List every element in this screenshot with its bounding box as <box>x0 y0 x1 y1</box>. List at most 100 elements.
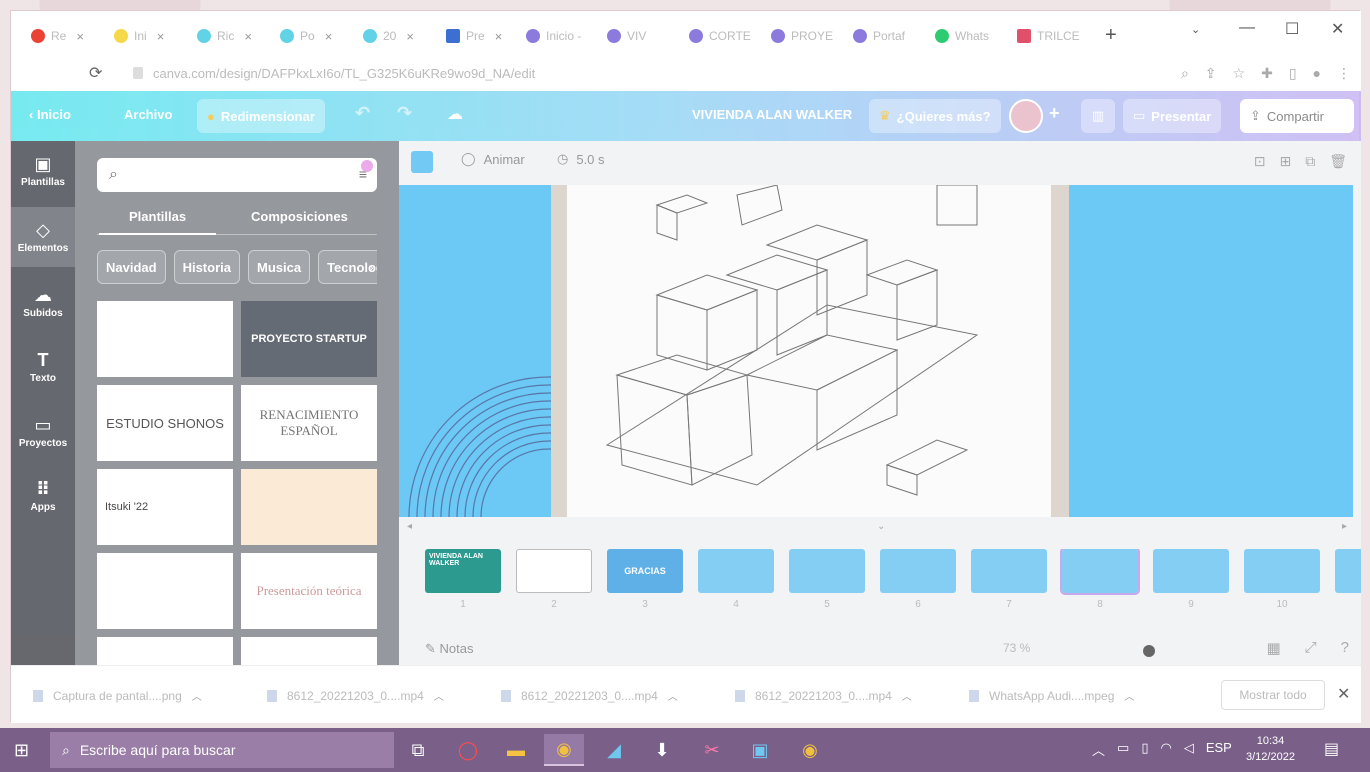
duplicate-icon[interactable]: ⧉ <box>1305 153 1315 170</box>
rail-item-apps[interactable]: ⠿ Apps <box>11 466 75 526</box>
chip-historia[interactable]: Historia <box>173 250 240 284</box>
template-card[interactable] <box>97 301 233 377</box>
volume-icon[interactable]: ◁ <box>1184 740 1194 759</box>
page-thumbnail[interactable]: VIVIENDA ALAN WALKER <box>425 549 501 593</box>
template-card[interactable]: ESTUDIO SHONOS <box>97 385 233 461</box>
lock-icon[interactable]: ⊡ <box>1254 153 1266 170</box>
browser-tab[interactable]: VIV <box>607 25 667 47</box>
chevron-up-icon[interactable]: ︿ <box>668 688 678 703</box>
add-page-icon[interactable]: ⊞ <box>1279 153 1291 170</box>
template-card[interactable]: Presentación teórica <box>241 553 377 629</box>
template-card[interactable]: Itsuki '22 <box>97 469 233 545</box>
design-title[interactable]: VIVIENDA ALAN WALKER <box>692 107 852 122</box>
chrome-icon[interactable]: ◉ <box>544 734 584 766</box>
page-thumbnail[interactable] <box>1244 549 1320 593</box>
maximize-icon[interactable]: ☐ <box>1285 19 1299 39</box>
url-field[interactable]: canva.com/design/DAFPkxLxI6o/TL_G325K6uK… <box>153 66 535 81</box>
browser-tab[interactable]: Po × <box>280 25 344 47</box>
extensions-icon[interactable]: ✚ <box>1261 65 1273 82</box>
windows-start-icon[interactable]: ⊞ <box>14 740 29 761</box>
page-thumbnail[interactable] <box>880 549 956 593</box>
page-thumbnail[interactable] <box>789 549 865 593</box>
resize-button[interactable]: ● Redimensionar <box>197 99 325 133</box>
chevron-up-icon[interactable]: ︿ <box>1092 740 1105 759</box>
page-thumbnail[interactable] <box>971 549 1047 593</box>
sketch-photo[interactable] <box>551 185 1069 517</box>
chevron-right-icon[interactable]: › <box>369 259 374 275</box>
tab-templates[interactable]: Plantillas <box>98 209 217 235</box>
browser-tab[interactable]: Ric × <box>197 25 261 47</box>
zoom-slider-handle[interactable] <box>1143 645 1155 657</box>
share-icon[interactable]: ⇪ <box>1205 65 1217 82</box>
chevron-up-icon[interactable]: ︿ <box>902 688 912 703</box>
new-tab-button[interactable]: + <box>1105 25 1117 45</box>
stats-icon[interactable]: ▥ <box>1081 99 1115 133</box>
page-thumbnail[interactable] <box>698 549 774 593</box>
browser-tab[interactable]: Whats <box>935 25 1005 47</box>
grid-view-icon[interactable]: ▦ <box>1266 639 1280 657</box>
close-tab-icon[interactable]: × <box>406 29 414 44</box>
browser-tab[interactable]: Pre × <box>446 25 510 47</box>
notes-button[interactable]: ✎ Notas <box>425 641 474 657</box>
browser-tab[interactable]: PROYE <box>771 25 841 47</box>
close-tab-icon[interactable]: × <box>495 29 503 44</box>
chrome-profile-icon[interactable]: ◉ <box>790 734 830 766</box>
tab-compositions[interactable]: Composiciones <box>251 209 348 224</box>
close-tab-icon[interactable]: × <box>325 29 333 44</box>
browser-tab[interactable]: Re × <box>31 25 95 47</box>
bookmark-star-icon[interactable]: ☆ <box>1233 65 1246 82</box>
chip-navidad[interactable]: Navidad <box>97 250 166 284</box>
undo-icon[interactable]: ↶ <box>355 103 370 124</box>
trash-icon[interactable]: 🗑 <box>1329 153 1347 170</box>
template-search[interactable]: ⌕ ≡ <box>97 158 377 192</box>
rail-item-text[interactable]: T Texto <box>11 337 75 397</box>
download-item[interactable]: 8612_20221203_0....mp4 ︿ <box>267 688 444 703</box>
template-card[interactable]: RENACIMIENTO ESPAÑOL <box>241 385 377 461</box>
browser-tab[interactable]: Portaf <box>853 25 923 47</box>
chevron-up-icon[interactable]: ︿ <box>434 688 444 703</box>
duration-button[interactable]: ◷ 5.0 s <box>557 151 605 167</box>
battery-icon[interactable]: ▭ <box>1117 740 1129 759</box>
browser-tab[interactable]: TRILCE <box>1017 25 1093 47</box>
share-button[interactable]: ⇪ Compartir <box>1240 99 1354 133</box>
color-swatch[interactable] <box>411 151 433 173</box>
upgrade-button[interactable]: ♛ ¿Quieres más? <box>869 99 1001 133</box>
rail-item-uploads[interactable]: ☁ Subidos <box>11 272 75 332</box>
chevron-up-icon[interactable]: ︿ <box>1124 688 1134 703</box>
download-item[interactable]: WhatsApp Audi....mpeg ︿ <box>969 688 1134 703</box>
download-item[interactable]: Captura de pantal....png ︿ <box>33 688 202 703</box>
file-explorer-icon[interactable]: ▬ <box>496 734 536 766</box>
download-item[interactable]: 8612_20221203_0....mp4 ︿ <box>501 688 678 703</box>
browser-tab[interactable]: Inicio - <box>526 25 592 47</box>
browser-tab[interactable]: Ini × <box>114 25 178 47</box>
chevron-down-icon[interactable]: ⌄ <box>877 521 885 532</box>
tab-search-icon[interactable]: ⌄ <box>1191 23 1200 36</box>
menu-kebab-icon[interactable]: ⋮ <box>1337 65 1351 82</box>
redo-icon[interactable]: ↷ <box>397 103 412 124</box>
canvas-scrollbar[interactable]: ◂ ⌄ ▸ <box>407 521 1347 532</box>
template-card[interactable] <box>97 637 233 665</box>
browser-tab[interactable]: 20 × <box>363 25 427 47</box>
close-downloads-icon[interactable]: ✕ <box>1337 684 1350 704</box>
wifi-icon[interactable]: ◠ <box>1160 740 1171 759</box>
background-color-swatch[interactable] <box>411 151 433 173</box>
add-collaborator-icon[interactable]: + <box>1049 103 1060 124</box>
scroll-left-icon[interactable]: ◂ <box>407 521 412 532</box>
chip-musica[interactable]: Musica <box>247 250 311 284</box>
taskbar-search[interactable]: ⌕ Escribe aquí para buscar <box>50 732 394 768</box>
rail-item-projects[interactable]: ▭ Proyectos <box>11 402 75 462</box>
page-thumbnail[interactable]: GRACIAS <box>607 549 683 593</box>
lock-icon[interactable] <box>133 67 143 79</box>
opera-icon[interactable]: ◯ <box>448 734 488 766</box>
user-avatar[interactable] <box>1009 99 1043 133</box>
chevron-up-icon[interactable]: ︿ <box>192 688 202 703</box>
scroll-right-icon[interactable]: ▸ <box>1342 521 1347 532</box>
rail-item-templates[interactable]: ▣ Plantillas <box>11 141 75 201</box>
close-tab-icon[interactable]: × <box>76 29 84 44</box>
page-thumbnail[interactable] <box>1153 549 1229 593</box>
video-editor-icon[interactable]: ▣ <box>740 734 780 766</box>
device-icon[interactable]: ▯ <box>1141 740 1148 759</box>
close-tab-icon[interactable]: × <box>157 29 165 44</box>
template-card[interactable] <box>97 553 233 629</box>
browser-tab[interactable]: CORTE <box>689 25 759 47</box>
